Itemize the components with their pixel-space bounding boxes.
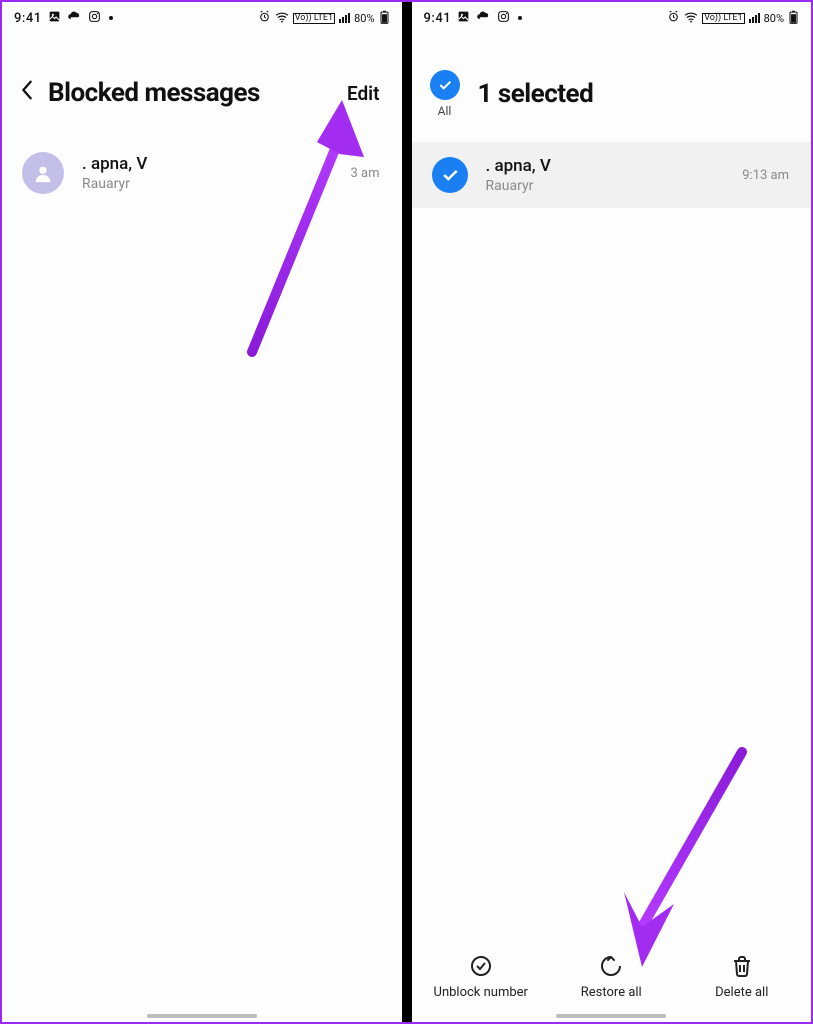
status-bar: 9:41 Vo)) LTE1	[412, 2, 812, 34]
volte-label: Vo)) LTE1	[702, 13, 744, 24]
status-bar: 9:41 Vo)) LTE1	[2, 2, 402, 34]
dot-icon	[518, 16, 522, 20]
action-label: Unblock number	[434, 985, 528, 1000]
battery-percent: 80%	[764, 12, 784, 25]
bottom-actions: Unblock number Restore all Delete all	[412, 947, 812, 1000]
wifi-icon	[684, 11, 698, 26]
ig-icon	[497, 10, 510, 27]
avatar-icon	[22, 152, 64, 194]
battery-icon	[788, 10, 799, 27]
battery-percent: 80%	[354, 12, 374, 25]
edit-button[interactable]: Edit	[347, 82, 380, 105]
message-preview: Rauaryr	[486, 178, 735, 194]
trash-icon	[729, 953, 755, 979]
status-time: 9:41	[424, 11, 452, 26]
ig-icon	[88, 10, 101, 27]
phone-left: 9:41 Vo)) LTE1	[2, 2, 402, 1022]
back-icon[interactable]	[20, 78, 34, 108]
action-label: Delete all	[715, 985, 768, 1000]
header: All 1 selected	[412, 34, 812, 142]
cloud-icon	[476, 10, 491, 26]
delete-button[interactable]: Delete all	[677, 953, 806, 1000]
row-checkbox[interactable]	[432, 157, 468, 193]
gallery-icon	[457, 10, 470, 27]
conversation-row[interactable]: . apna, V Rauaryr 9:13 am	[412, 142, 812, 208]
check-circle-icon	[468, 953, 494, 979]
status-time: 9:41	[14, 11, 42, 26]
gesture-bar	[556, 1014, 666, 1018]
cloud-icon	[67, 10, 82, 26]
contact-name: . apna, V	[486, 156, 735, 176]
wifi-icon	[275, 11, 289, 26]
gallery-icon	[48, 10, 61, 27]
alarm-icon	[258, 10, 271, 26]
contact-name: . apna, V	[82, 154, 342, 174]
unblock-button[interactable]: Unblock number	[416, 953, 545, 1000]
volte-label: Vo)) LTE1	[293, 13, 335, 24]
annotation-arrow	[592, 742, 762, 972]
conversation-row[interactable]: . apna, V Rauaryr 3 am	[2, 138, 402, 208]
page-title: Blocked messages	[48, 78, 260, 108]
phone-right: 9:41 Vo)) LTE1	[412, 2, 812, 1022]
signal-icon	[749, 13, 760, 23]
message-time: 9:13 am	[742, 168, 789, 183]
gesture-bar	[147, 1014, 257, 1018]
all-label: All	[438, 104, 452, 118]
selection-title: 1 selected	[478, 79, 594, 109]
action-label: Restore all	[581, 985, 642, 1000]
header: Blocked messages Edit	[2, 34, 402, 138]
message-preview: Rauaryr	[82, 176, 342, 192]
check-icon	[430, 70, 460, 100]
dot-icon	[109, 16, 113, 20]
signal-icon	[339, 13, 350, 23]
message-time: 3 am	[350, 166, 379, 181]
restore-button[interactable]: Restore all	[547, 953, 676, 1000]
battery-icon	[379, 10, 390, 27]
select-all-toggle[interactable]: All	[430, 70, 460, 118]
restore-icon	[598, 953, 624, 979]
alarm-icon	[667, 10, 680, 26]
